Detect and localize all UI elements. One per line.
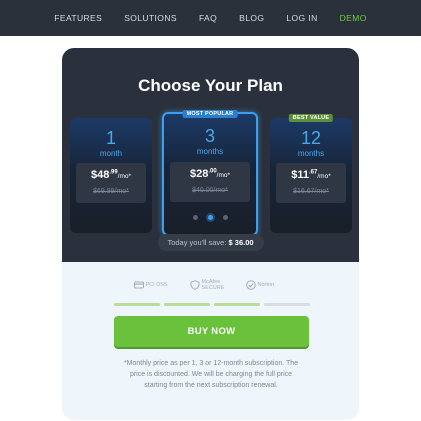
- plan-duration-unit: months: [297, 149, 325, 158]
- plan-price: $48.99/mo*: [90, 169, 132, 181]
- carousel-dot[interactable]: [223, 215, 228, 220]
- plan-duration-unit: months: [196, 147, 224, 156]
- progress-segment: [264, 303, 310, 306]
- norton-badge: Norton: [245, 278, 288, 292]
- plan-card: Choose Your Plan 1 month $48.99/mo* $69.…: [62, 48, 359, 420]
- nav-faq[interactable]: FAQ: [199, 13, 217, 23]
- nav-blog[interactable]: BLOG: [239, 13, 264, 23]
- carousel-dots: [62, 215, 359, 220]
- trust-badges: PCI DSS McAfee SECURE Norton: [62, 278, 359, 292]
- most-popular-badge: MOST POPULAR: [182, 110, 238, 118]
- shield-icon: [190, 280, 199, 290]
- plan-duration-number: 1: [105, 128, 116, 148]
- card-icon: [133, 281, 144, 289]
- progress-segment: [114, 303, 160, 306]
- nav-features[interactable]: FEATURES: [54, 13, 102, 23]
- progress-segment: [214, 303, 260, 306]
- plan-price-box: $48.99/mo* $69.99/mo*: [76, 163, 146, 203]
- progress-segment: [164, 303, 210, 306]
- carousel-dot[interactable]: [193, 215, 198, 220]
- best-value-badge: BEST VALUE: [288, 114, 334, 122]
- checkout-progress: [114, 303, 310, 306]
- buy-now-button[interactable]: BUY NOW: [114, 316, 309, 347]
- mcafee-badge: McAfee SECURE: [190, 278, 232, 292]
- plan-old-price: $16.67/mo*: [293, 188, 329, 195]
- plan-price-box: $11.67/mo* $16.67/mo*: [276, 163, 346, 203]
- plan-duration-number: 3: [204, 126, 215, 146]
- savings-value: $ 36.00: [228, 238, 254, 247]
- nav-solutions[interactable]: SOLUTIONS: [124, 13, 177, 23]
- plan-old-price: $40.00/mo*: [192, 187, 228, 194]
- pci-dss-badge: PCI DSS: [133, 278, 176, 292]
- carousel-dot-active[interactable]: [208, 215, 213, 220]
- page-title: Choose Your Plan: [138, 76, 283, 95]
- nav-login[interactable]: LOG IN: [286, 13, 317, 23]
- checkmark-icon: [245, 280, 256, 290]
- top-navigation: FEATURES SOLUTIONS FAQ BLOG LOG IN DEMO: [0, 0, 421, 36]
- nav-demo[interactable]: DEMO: [340, 13, 367, 23]
- plan-price: $28.00/mo*: [189, 168, 231, 180]
- plan-price: $11.67/mo*: [291, 169, 331, 181]
- pricing-note: *Monthly price as per 1, 3 or 12-month s…: [123, 360, 299, 389]
- plan-duration-unit: month: [99, 149, 123, 158]
- plan-old-price: $69.99/mo*: [93, 188, 129, 195]
- savings-pill: Today you'll save: $ 36.00: [157, 234, 264, 251]
- savings-label: Today you'll save:: [167, 238, 227, 247]
- plan-price-box: $28.00/mo* $40.00/mo*: [170, 162, 250, 202]
- plan-duration-number: 12: [300, 128, 322, 148]
